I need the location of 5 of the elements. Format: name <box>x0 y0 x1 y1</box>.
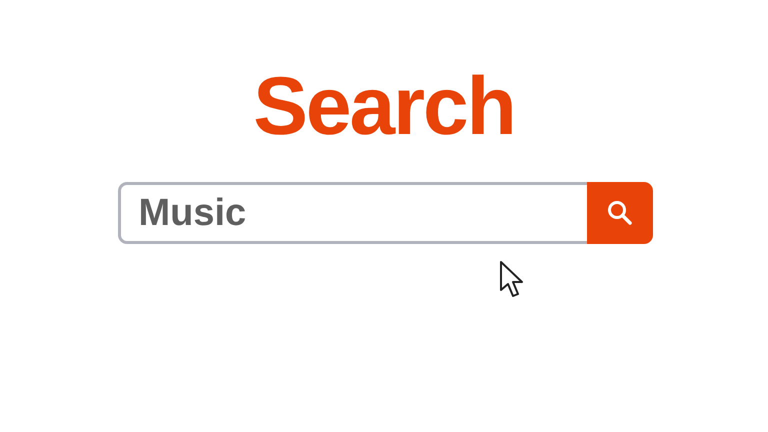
search-field[interactable]: Music <box>118 182 586 244</box>
page-title: Search <box>253 62 515 152</box>
search-icon <box>606 199 634 227</box>
mouse-pointer-icon <box>498 260 524 298</box>
search-button[interactable] <box>586 182 652 244</box>
